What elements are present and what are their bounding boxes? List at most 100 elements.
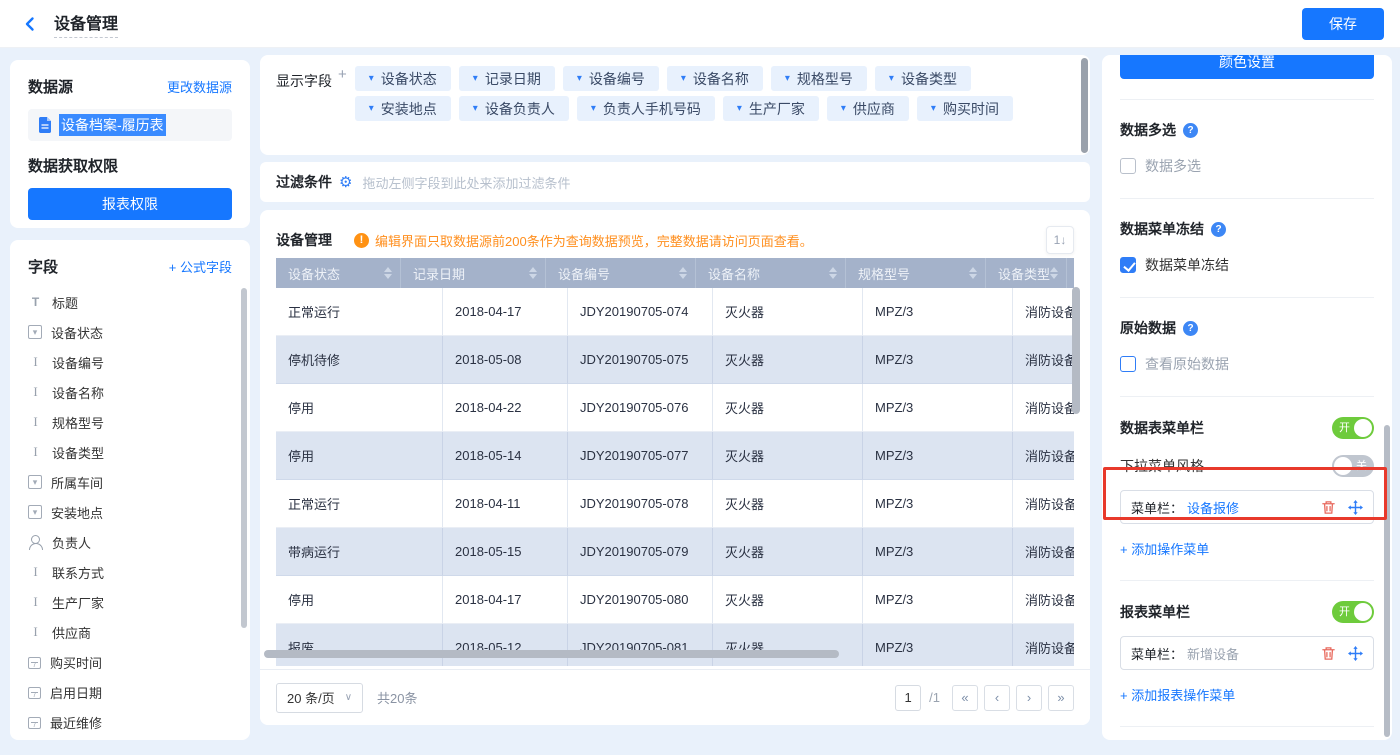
help-icon[interactable]: ? (1183, 122, 1198, 138)
field-list-item[interactable]: 规格型号 (28, 407, 232, 437)
filter-settings-gear-icon[interactable]: ⚙ (339, 173, 352, 191)
table-horizontal-scrollbar[interactable] (264, 650, 839, 658)
current-page-input[interactable]: 1 (895, 684, 922, 711)
field-list-item[interactable]: 生产厂家 (28, 587, 232, 617)
table-header-cell[interactable]: 记录日期 (401, 258, 546, 288)
checkbox-checked-icon[interactable] (1120, 257, 1136, 273)
sort-arrows-icon[interactable] (1050, 267, 1059, 279)
display-field-chip[interactable]: ▾ 记录日期 (458, 66, 555, 91)
middle-panel-scrollbar[interactable] (1081, 58, 1088, 153)
display-field-chip[interactable]: ▾ 购买时间 (916, 96, 1013, 121)
change-datasource-link[interactable]: 更改数据源 (167, 77, 232, 96)
display-field-chip[interactable]: ▾ 安装地点 (354, 96, 451, 121)
report-menu-toggle[interactable]: 开 (1332, 601, 1374, 623)
page-size-select[interactable]: 20 条/页 ∨ (276, 682, 364, 713)
field-list-item[interactable]: 安装地点 (28, 497, 232, 527)
sort-arrows-icon[interactable] (679, 267, 687, 279)
chip-dropdown-icon[interactable]: ▾ (785, 73, 790, 84)
sort-arrows-icon[interactable] (384, 267, 392, 279)
menu-item-name[interactable]: 设备报修 (1187, 498, 1239, 517)
chip-dropdown-icon[interactable]: ▾ (931, 103, 936, 114)
display-field-chip[interactable]: ▾ 设备名称 (666, 66, 763, 91)
settings-panel-scrollbar[interactable] (1384, 425, 1390, 737)
dropdown-style-toggle[interactable]: 关 (1332, 455, 1374, 477)
chip-dropdown-icon[interactable]: ▾ (369, 103, 374, 114)
delete-icon[interactable] (1321, 646, 1336, 661)
sort-arrows-icon[interactable] (529, 267, 537, 279)
table-header-cell[interactable]: 设备类型 (986, 258, 1068, 288)
display-field-chip[interactable]: ▾ 供应商 (826, 96, 909, 121)
delete-icon[interactable] (1321, 500, 1336, 515)
help-icon[interactable]: ? (1211, 221, 1226, 237)
formula-field-link[interactable]: + 公式字段 (169, 257, 232, 276)
menu-item-name[interactable]: 新增设备 (1187, 644, 1239, 663)
table-row[interactable]: 停用 2018-05-14 JDY20190705-077 灭火器 MPZ/3 … (276, 432, 1074, 480)
back-button[interactable] (16, 10, 44, 38)
display-field-chip[interactable]: ▾ 设备状态 (354, 66, 451, 91)
add-display-field-button[interactable]: + (338, 66, 347, 144)
field-list-item[interactable]: 设备状态 (28, 317, 232, 347)
chip-dropdown-icon[interactable]: ▾ (473, 103, 478, 114)
fields-scrollbar[interactable] (241, 288, 247, 628)
field-list-item[interactable]: 供应商 (28, 617, 232, 647)
table-row[interactable]: 停用 2018-04-17 JDY20190705-080 灭火器 MPZ/3 … (276, 576, 1074, 624)
sort-arrows-icon[interactable] (969, 267, 977, 279)
field-list-item[interactable]: 设备类型 (28, 437, 232, 467)
table-row[interactable]: 带病运行 2018-05-15 JDY20190705-079 灭火器 MPZ/… (276, 528, 1074, 576)
add-report-action-menu-link[interactable]: + 添加报表操作菜单 (1120, 685, 1235, 704)
raw-data-checkbox-row[interactable]: 查看原始数据 (1120, 354, 1374, 374)
chip-dropdown-icon[interactable]: ▾ (681, 73, 686, 84)
field-list-item[interactable]: 设备编号 (28, 347, 232, 377)
move-icon[interactable] (1348, 645, 1363, 661)
table-row[interactable]: 停用 2018-04-22 JDY20190705-076 灭火器 MPZ/3 … (276, 384, 1074, 432)
field-list-item[interactable]: 联系方式 (28, 557, 232, 587)
datasource-item[interactable]: 设备档案-履历表 (28, 109, 232, 141)
menu-freeze-checkbox-row[interactable]: 数据菜单冻结 (1120, 255, 1374, 275)
color-settings-button[interactable]: 颜色设置 (1120, 55, 1374, 79)
checkbox-icon[interactable] (1120, 356, 1136, 372)
field-list-item[interactable]: 购买时间 (28, 647, 232, 677)
report-menu-item[interactable]: 菜单栏： 新增设备 (1120, 636, 1374, 670)
display-field-chip[interactable]: ▾ 设备类型 (874, 66, 971, 91)
table-row[interactable]: 正常运行 2018-04-11 JDY20190705-078 灭火器 MPZ/… (276, 480, 1074, 528)
table-row[interactable]: 停机待修 2018-05-08 JDY20190705-075 灭火器 MPZ/… (276, 336, 1074, 384)
move-icon[interactable] (1348, 499, 1363, 515)
checkbox-icon[interactable] (1120, 158, 1136, 174)
field-list-item[interactable]: 负责人 (28, 527, 232, 557)
field-list-item[interactable]: 最近维修 (28, 707, 232, 737)
filter-panel[interactable]: 过滤条件 ⚙ 拖动左侧字段到此处来添加过滤条件 (260, 162, 1090, 202)
table-header-cell[interactable]: 设备名称 (696, 258, 846, 288)
sort-order-button[interactable]: 1↓ (1046, 226, 1074, 254)
first-page-button[interactable]: « (952, 684, 978, 711)
field-list-item[interactable]: 标题 (28, 287, 232, 317)
help-icon[interactable]: ? (1183, 320, 1198, 336)
chip-dropdown-icon[interactable]: ▾ (369, 73, 374, 84)
table-menu-toggle[interactable]: 开 (1332, 417, 1374, 439)
table-header-cell[interactable]: 设备状态 (276, 258, 401, 288)
display-field-chip[interactable]: ▾ 设备编号 (562, 66, 659, 91)
display-field-chip[interactable]: ▾ 生产厂家 (722, 96, 819, 121)
field-list-item[interactable]: 启用日期 (28, 677, 232, 707)
chip-dropdown-icon[interactable]: ▾ (841, 103, 846, 114)
chip-dropdown-icon[interactable]: ▾ (473, 73, 478, 84)
field-list-item[interactable]: 所属车间 (28, 467, 232, 497)
save-button[interactable]: 保存 (1302, 7, 1384, 40)
sort-arrows-icon[interactable] (829, 267, 837, 279)
display-field-chip[interactable]: ▾ 规格型号 (770, 66, 867, 91)
multi-select-checkbox-row[interactable]: 数据多选 (1120, 156, 1374, 176)
display-field-chip[interactable]: ▾ 设备负责人 (458, 96, 569, 121)
last-page-button[interactable]: » (1048, 684, 1074, 711)
table-row[interactable]: 报废 2018-05-12 JDY20190705-081 灭火器 MPZ/3 … (276, 624, 1074, 666)
chip-dropdown-icon[interactable]: ▾ (591, 103, 596, 114)
next-page-button[interactable]: › (1016, 684, 1042, 711)
display-field-chip[interactable]: ▾ 负责人手机号码 (576, 96, 715, 121)
table-menu-item[interactable]: 菜单栏： 设备报修 (1120, 490, 1374, 524)
table-header-cell[interactable]: 设备编号 (546, 258, 696, 288)
prev-page-button[interactable]: ‹ (984, 684, 1010, 711)
table-row[interactable]: 正常运行 2018-04-17 JDY20190705-074 灭火器 MPZ/… (276, 288, 1074, 336)
chip-dropdown-icon[interactable]: ▾ (737, 103, 742, 114)
table-header-cell[interactable]: 规格型号 (846, 258, 986, 288)
chip-dropdown-icon[interactable]: ▾ (577, 73, 582, 84)
chip-dropdown-icon[interactable]: ▾ (889, 73, 894, 84)
field-list-item[interactable]: 设备名称 (28, 377, 232, 407)
